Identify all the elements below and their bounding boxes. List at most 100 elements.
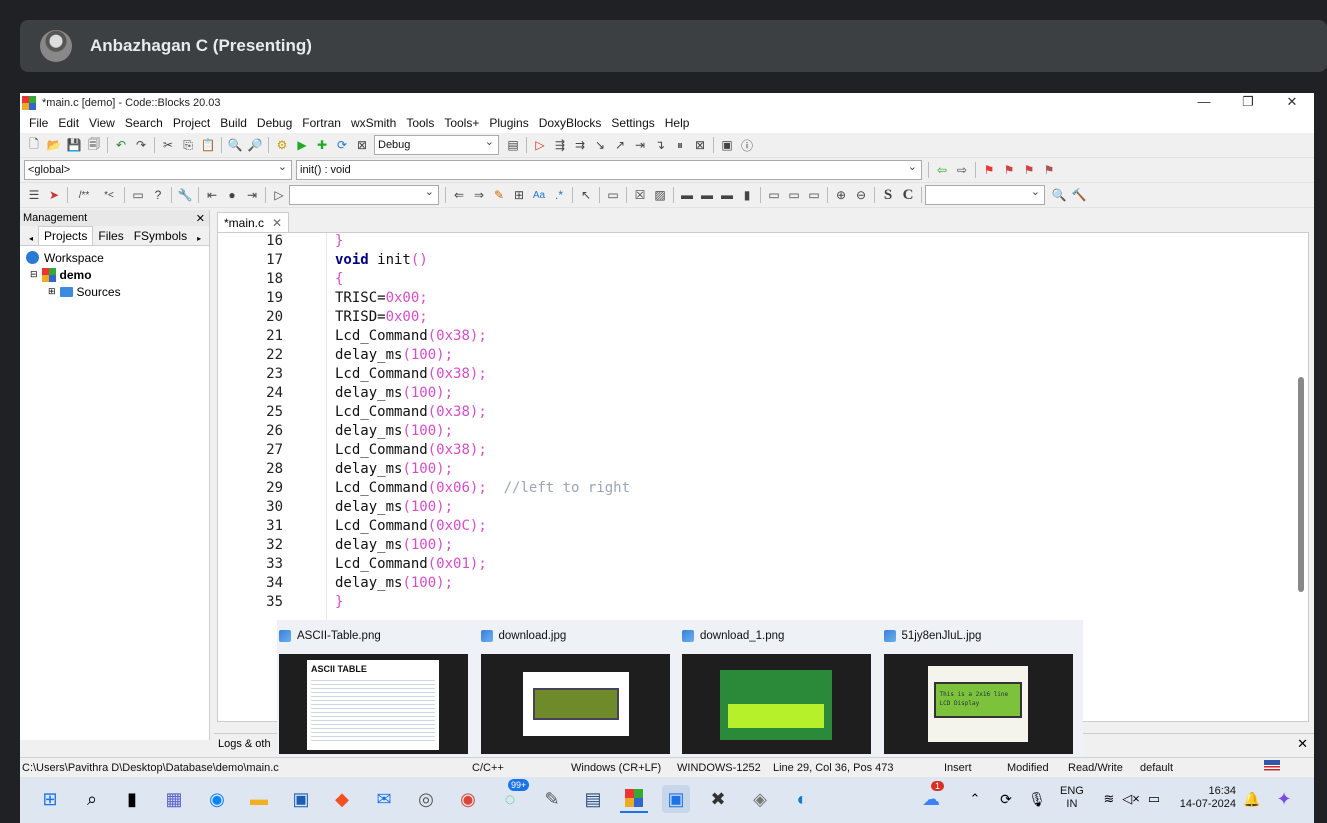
- code-line[interactable]: delay_ms(100);: [335, 499, 453, 515]
- thumbnail-51jy8enjlul[interactable]: 51jy8enJluL.jpg This is a 2x16 line LCD …: [882, 620, 1084, 758]
- run-to-cursor-icon[interactable]: ⇶: [552, 137, 568, 153]
- code-line[interactable]: Lcd_Command(0x38);: [335, 404, 487, 420]
- menu-tools[interactable]: Tools: [401, 116, 439, 130]
- menu-settings[interactable]: Settings: [606, 116, 659, 130]
- paste-icon[interactable]: 📋: [200, 137, 216, 153]
- menu-project[interactable]: Project: [168, 116, 215, 130]
- show-hidden-icons[interactable]: ⌃: [961, 785, 989, 813]
- edge-icon[interactable]: ◐: [788, 785, 816, 813]
- doxy-help-icon[interactable]: ?: [150, 187, 166, 203]
- target-dialog-icon[interactable]: ▤: [505, 137, 521, 153]
- box-2-icon[interactable]: ▭: [786, 187, 802, 203]
- photos-taskbar-icon[interactable]: ▣: [662, 785, 690, 813]
- debug-windows-icon[interactable]: ▣: [719, 137, 735, 153]
- management-close-icon[interactable]: ✕: [196, 212, 205, 225]
- menu-fortran[interactable]: Fortran: [297, 116, 346, 130]
- replace-icon[interactable]: 🔎: [247, 137, 263, 153]
- menu-help[interactable]: Help: [660, 116, 695, 130]
- maximize-button[interactable]: ❐: [1226, 93, 1270, 111]
- bookmark-prev-icon[interactable]: ⚑: [1001, 162, 1017, 178]
- copy-icon[interactable]: ⎘: [180, 137, 196, 153]
- code-line[interactable]: Lcd_Command(0x38);: [335, 328, 487, 344]
- record-icon[interactable]: ●: [224, 187, 240, 203]
- snipping-icon[interactable]: ✖: [704, 785, 732, 813]
- play-macro-icon[interactable]: ▷: [271, 187, 287, 203]
- next-line-icon[interactable]: ⇉: [572, 137, 588, 153]
- box-3-icon[interactable]: ▭: [806, 187, 822, 203]
- zoom-out-icon[interactable]: ⊖: [853, 187, 869, 203]
- box-1-icon[interactable]: ▭: [766, 187, 782, 203]
- language-indicator[interactable]: ENG IN: [1060, 785, 1084, 811]
- menu-view[interactable]: View: [84, 116, 120, 130]
- tree-project-demo[interactable]: ⊟ demo: [26, 266, 209, 283]
- tree-folder-sources[interactable]: ⊞ Sources: [26, 283, 209, 300]
- menu-debug[interactable]: Debug: [252, 116, 297, 130]
- step-out-icon[interactable]: ↗: [612, 137, 628, 153]
- chrome-icon[interactable]: ◉: [454, 785, 482, 813]
- debug-start-icon[interactable]: ▷: [532, 137, 548, 153]
- vertical-scrollbar[interactable]: [1298, 377, 1304, 592]
- tree-workspace[interactable]: Workspace: [26, 249, 209, 266]
- jump-back-icon[interactable]: ⇦: [934, 162, 950, 178]
- tab-fsymbols[interactable]: FSymbols: [129, 227, 192, 245]
- minimize-button[interactable]: —: [1182, 93, 1226, 111]
- app-icon[interactable]: ◈: [746, 785, 774, 813]
- tab-projects[interactable]: Projects: [38, 226, 94, 245]
- symbol-combo[interactable]: [925, 185, 1045, 205]
- code-line[interactable]: }: [335, 233, 343, 249]
- step-into-icon[interactable]: ↘: [592, 137, 608, 153]
- debug-info-icon[interactable]: ⓘ: [739, 137, 755, 153]
- code-line[interactable]: void init(): [335, 252, 428, 268]
- zoom-in-icon[interactable]: ⊕: [833, 187, 849, 203]
- feedback-icon[interactable]: ✎: [538, 785, 566, 813]
- tab-scroll-right-icon[interactable]: ▸: [192, 232, 206, 245]
- code-line[interactable]: Lcd_Command(0x38);: [335, 366, 487, 382]
- expand-icon[interactable]: ⊞: [48, 286, 56, 297]
- layers-icon[interactable]: ☰: [26, 187, 42, 203]
- tab-files[interactable]: Files: [93, 227, 128, 245]
- rect-icon[interactable]: ▭: [605, 187, 621, 203]
- teams-icon[interactable]: ▦: [160, 785, 188, 813]
- find-icon[interactable]: 🔍: [227, 137, 243, 153]
- right-arrow-icon[interactable]: ⇒: [471, 187, 487, 203]
- menu-doxyblocks[interactable]: DoxyBlocks: [534, 116, 607, 130]
- tab-close-icon[interactable]: ✕: [272, 216, 282, 230]
- block-comment-icon[interactable]: /**: [73, 187, 95, 203]
- wrench-icon[interactable]: 🔧: [177, 187, 193, 203]
- thumbnail-download[interactable]: download.jpg: [479, 620, 681, 758]
- select-icon[interactable]: ⊞: [511, 187, 527, 203]
- run-icon[interactable]: ▶: [294, 137, 310, 153]
- bookmark-clear-icon[interactable]: ⚑: [1041, 162, 1057, 178]
- code-line[interactable]: }: [335, 594, 343, 610]
- clock[interactable]: 16:34 14-07-2024: [1176, 785, 1236, 811]
- pointer-icon[interactable]: ↖: [578, 187, 594, 203]
- next-instruction-icon[interactable]: ⇥: [632, 137, 648, 153]
- whatsapp-icon[interactable]: ◌ 99+: [496, 779, 530, 813]
- code-line[interactable]: delay_ms(100);: [335, 461, 453, 477]
- build-gear-icon[interactable]: ⚙: [274, 137, 290, 153]
- widgets-icon[interactable]: ◉: [203, 785, 231, 813]
- rebuild-icon[interactable]: ⟳: [334, 137, 350, 153]
- step-instruction-icon[interactable]: ↴: [652, 137, 668, 153]
- close-button[interactable]: ✕: [1270, 93, 1314, 111]
- s-icon[interactable]: S: [880, 187, 896, 203]
- microphone-icon[interactable]: 🎙: [1023, 785, 1051, 813]
- line-comment-icon[interactable]: *<: [99, 187, 119, 203]
- code-line[interactable]: delay_ms(100);: [335, 423, 453, 439]
- cut-icon[interactable]: ✂: [160, 137, 176, 153]
- prev-icon[interactable]: ⇤: [204, 187, 220, 203]
- panel-4-icon[interactable]: ▮: [739, 187, 755, 203]
- build-run-icon[interactable]: ✚: [314, 137, 330, 153]
- collapse-icon[interactable]: ⊟: [30, 269, 38, 280]
- new-file-icon[interactable]: 🗋: [26, 137, 42, 153]
- left-arrow-icon[interactable]: ⇐: [451, 187, 467, 203]
- highlight-icon[interactable]: ✎: [491, 187, 507, 203]
- editor-tab-main-c[interactable]: *main.c ✕: [217, 212, 290, 232]
- code-line[interactable]: Lcd_Command(0x38);: [335, 442, 487, 458]
- panel-1-icon[interactable]: ▬: [679, 187, 695, 203]
- windows-start-icon[interactable]: ⊞: [36, 785, 64, 813]
- find-symbol-icon[interactable]: 🔍: [1051, 187, 1067, 203]
- code-line[interactable]: Lcd_Command(0x06); //left to right: [335, 480, 630, 496]
- notification-bell-icon[interactable]: 🔔: [1238, 785, 1266, 813]
- code-line[interactable]: delay_ms(100);: [335, 347, 453, 363]
